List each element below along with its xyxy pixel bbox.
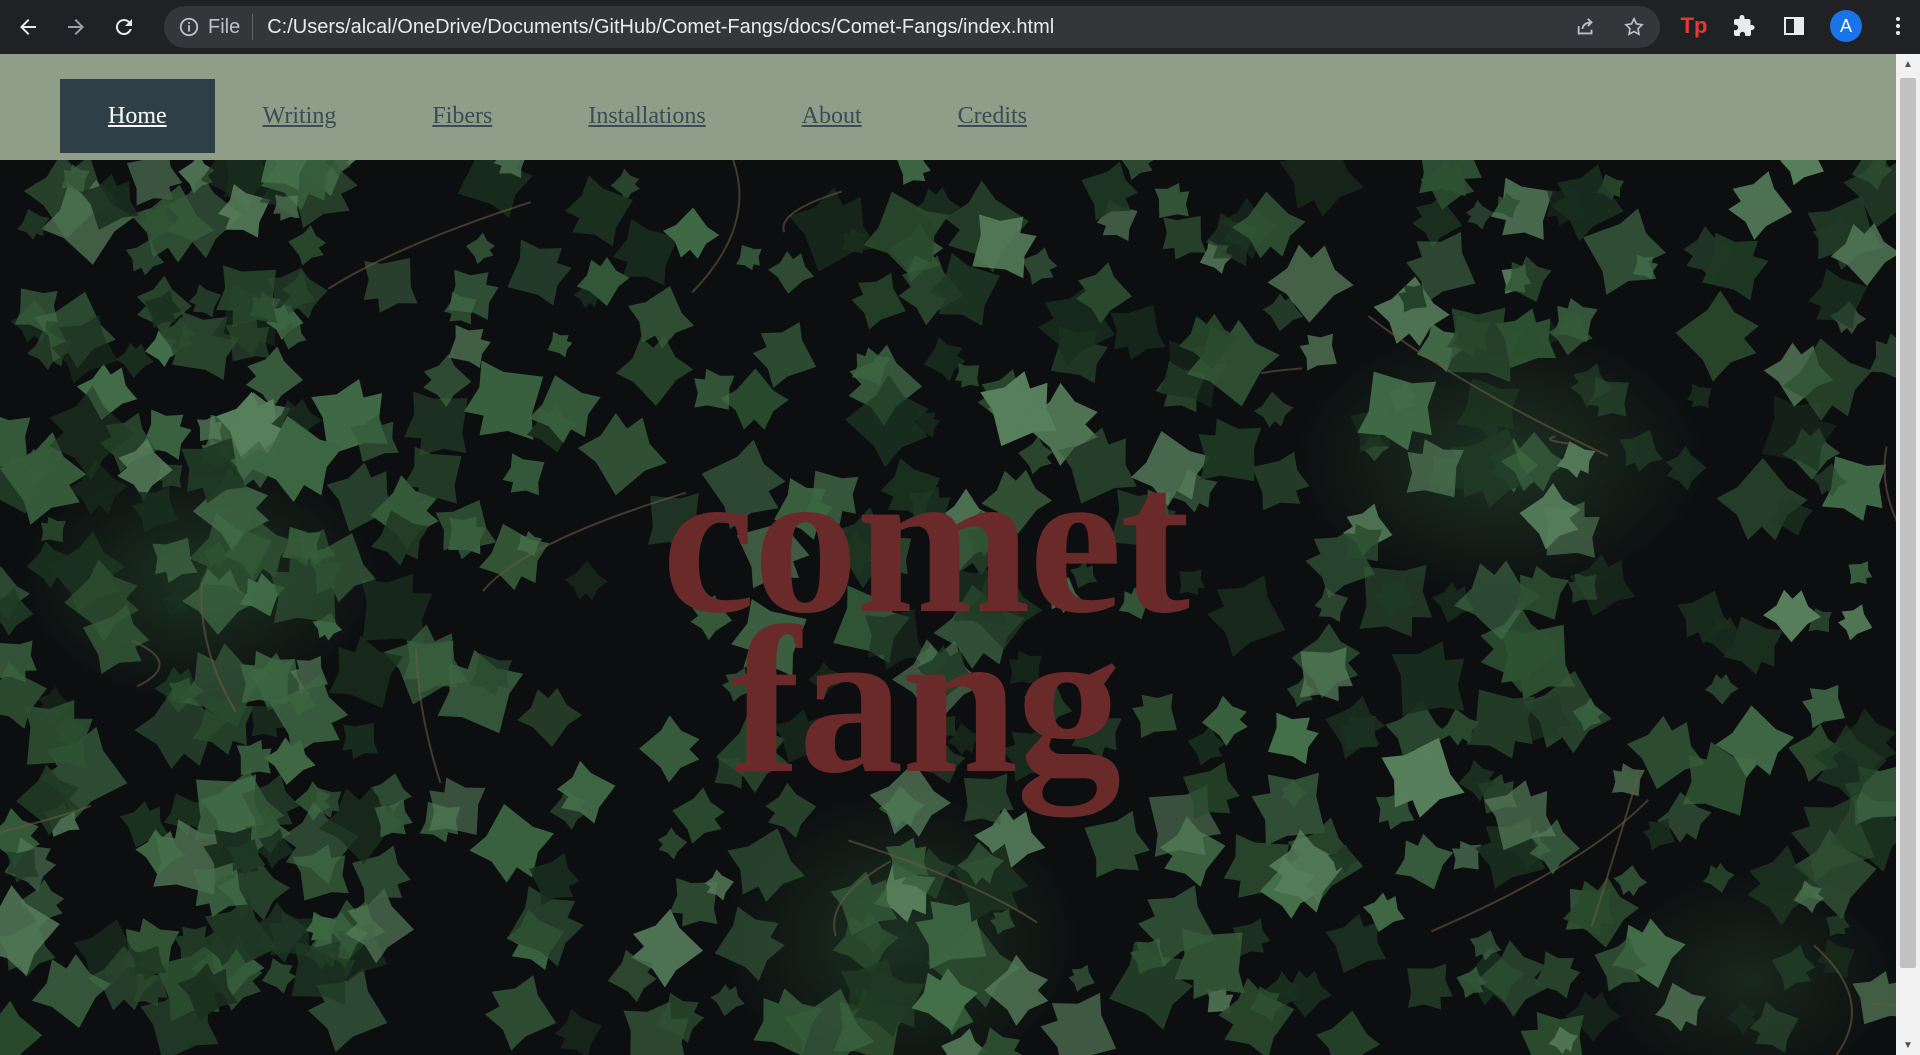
ivy-leaf [1299,333,1337,371]
ivy-leaf [1686,383,1712,409]
page-scrollbar[interactable]: ▲ ▼ [1896,54,1920,1055]
ivy-leaf [727,828,805,903]
ivy-stem [1260,367,1303,375]
ivy-leaf [448,269,499,320]
page-viewport: Home Writing Fibers Installations About … [0,54,1896,1055]
ivy-leaf [1728,171,1793,240]
nav-link-credits[interactable]: Credits [910,79,1075,153]
ivy-leaf [1771,944,1816,991]
ivy-leaf [555,1008,602,1055]
ivy-leaf [457,160,533,218]
ivy-leaf [363,258,418,313]
scroll-down-arrow-icon[interactable]: ▼ [1896,1035,1920,1055]
ivy-leaf [507,239,572,306]
ivy-leaf [465,232,496,265]
ivy-leaf [1395,833,1454,890]
puzzle-icon[interactable] [1730,10,1758,42]
scheme-label: File [208,15,241,38]
scroll-up-arrow-icon[interactable]: ▲ [1896,54,1920,74]
ivy-leaf [736,244,762,271]
ivy-leaf [1780,160,1824,186]
ivy-leaf [1702,862,1735,893]
ivy-leaf [1869,333,1896,382]
nav-link-fibers[interactable]: Fibers [384,79,540,153]
nav-link-home[interactable]: Home [60,79,215,153]
ivy-leaf [547,331,573,358]
ivy-leaf [1675,290,1759,382]
ivy-leaf [1817,939,1856,979]
extension-icon[interactable]: Tp [1680,10,1708,42]
ivy-stem [1883,446,1896,522]
ivy-stem [327,201,531,290]
site-title: comet fang [0,436,1850,817]
nav-item-fibers: Fibers [384,79,540,153]
reload-button[interactable] [104,7,144,47]
ivy-leaf [714,906,785,981]
nav-item-writing: Writing [215,79,385,153]
address-bar[interactable]: File C:/Users/alcal/OneDrive/Documents/G… [164,6,1660,48]
title-line-fang: fang [730,584,1122,817]
back-icon [20,19,36,35]
star-icon[interactable] [1622,15,1646,39]
menu-icon[interactable] [1884,10,1912,42]
ivy-leaf [1465,199,1494,230]
ivy-leaf [1316,1010,1381,1055]
side-panel-icon[interactable] [1780,10,1808,42]
ivy-leaf [288,224,327,266]
back-button[interactable] [8,7,48,47]
ivy-leaf [1254,391,1294,428]
nav-list: Home Writing Fibers Installations About … [60,79,1075,153]
ivy-leaf [628,286,695,349]
forward-button[interactable] [56,7,96,47]
ivy-leaf [576,256,630,307]
nav-item-about: About [754,79,910,153]
omnibox-divider [252,14,254,40]
ivy-leaf [615,335,694,407]
nav-link-writing[interactable]: Writing [215,79,385,153]
browser-toolbar: File C:/Users/alcal/OneDrive/Documents/G… [0,0,1920,54]
ivy-leaf [657,827,688,860]
nav-link-installations[interactable]: Installations [540,79,753,153]
ivy-leaf [1407,963,1453,1010]
info-icon[interactable] [178,16,200,38]
nav-item-home: Home [60,79,215,153]
site-navigation: Home Writing Fibers Installations About … [0,54,1896,161]
hero-section: comet fang [0,160,1896,1055]
url-text[interactable]: C:/Users/alcal/OneDrive/Documents/GitHub… [267,16,1054,39]
reload-icon [115,19,132,36]
ivy-leaf [896,160,931,185]
nav-link-about[interactable]: About [754,79,910,153]
ivy-leaf [710,984,745,1017]
forward-icon [68,19,84,35]
ivy-leaf [1068,964,1095,992]
share-icon[interactable] [1574,15,1598,39]
ivy-leaf [485,975,557,1051]
scrollbar-thumb[interactable] [1900,78,1916,968]
ivy-leaf [0,1000,43,1055]
nav-item-installations: Installations [540,79,753,153]
ivy-leaf [767,251,815,294]
avatar[interactable]: A [1830,10,1862,42]
nav-item-credits: Credits [910,79,1075,153]
